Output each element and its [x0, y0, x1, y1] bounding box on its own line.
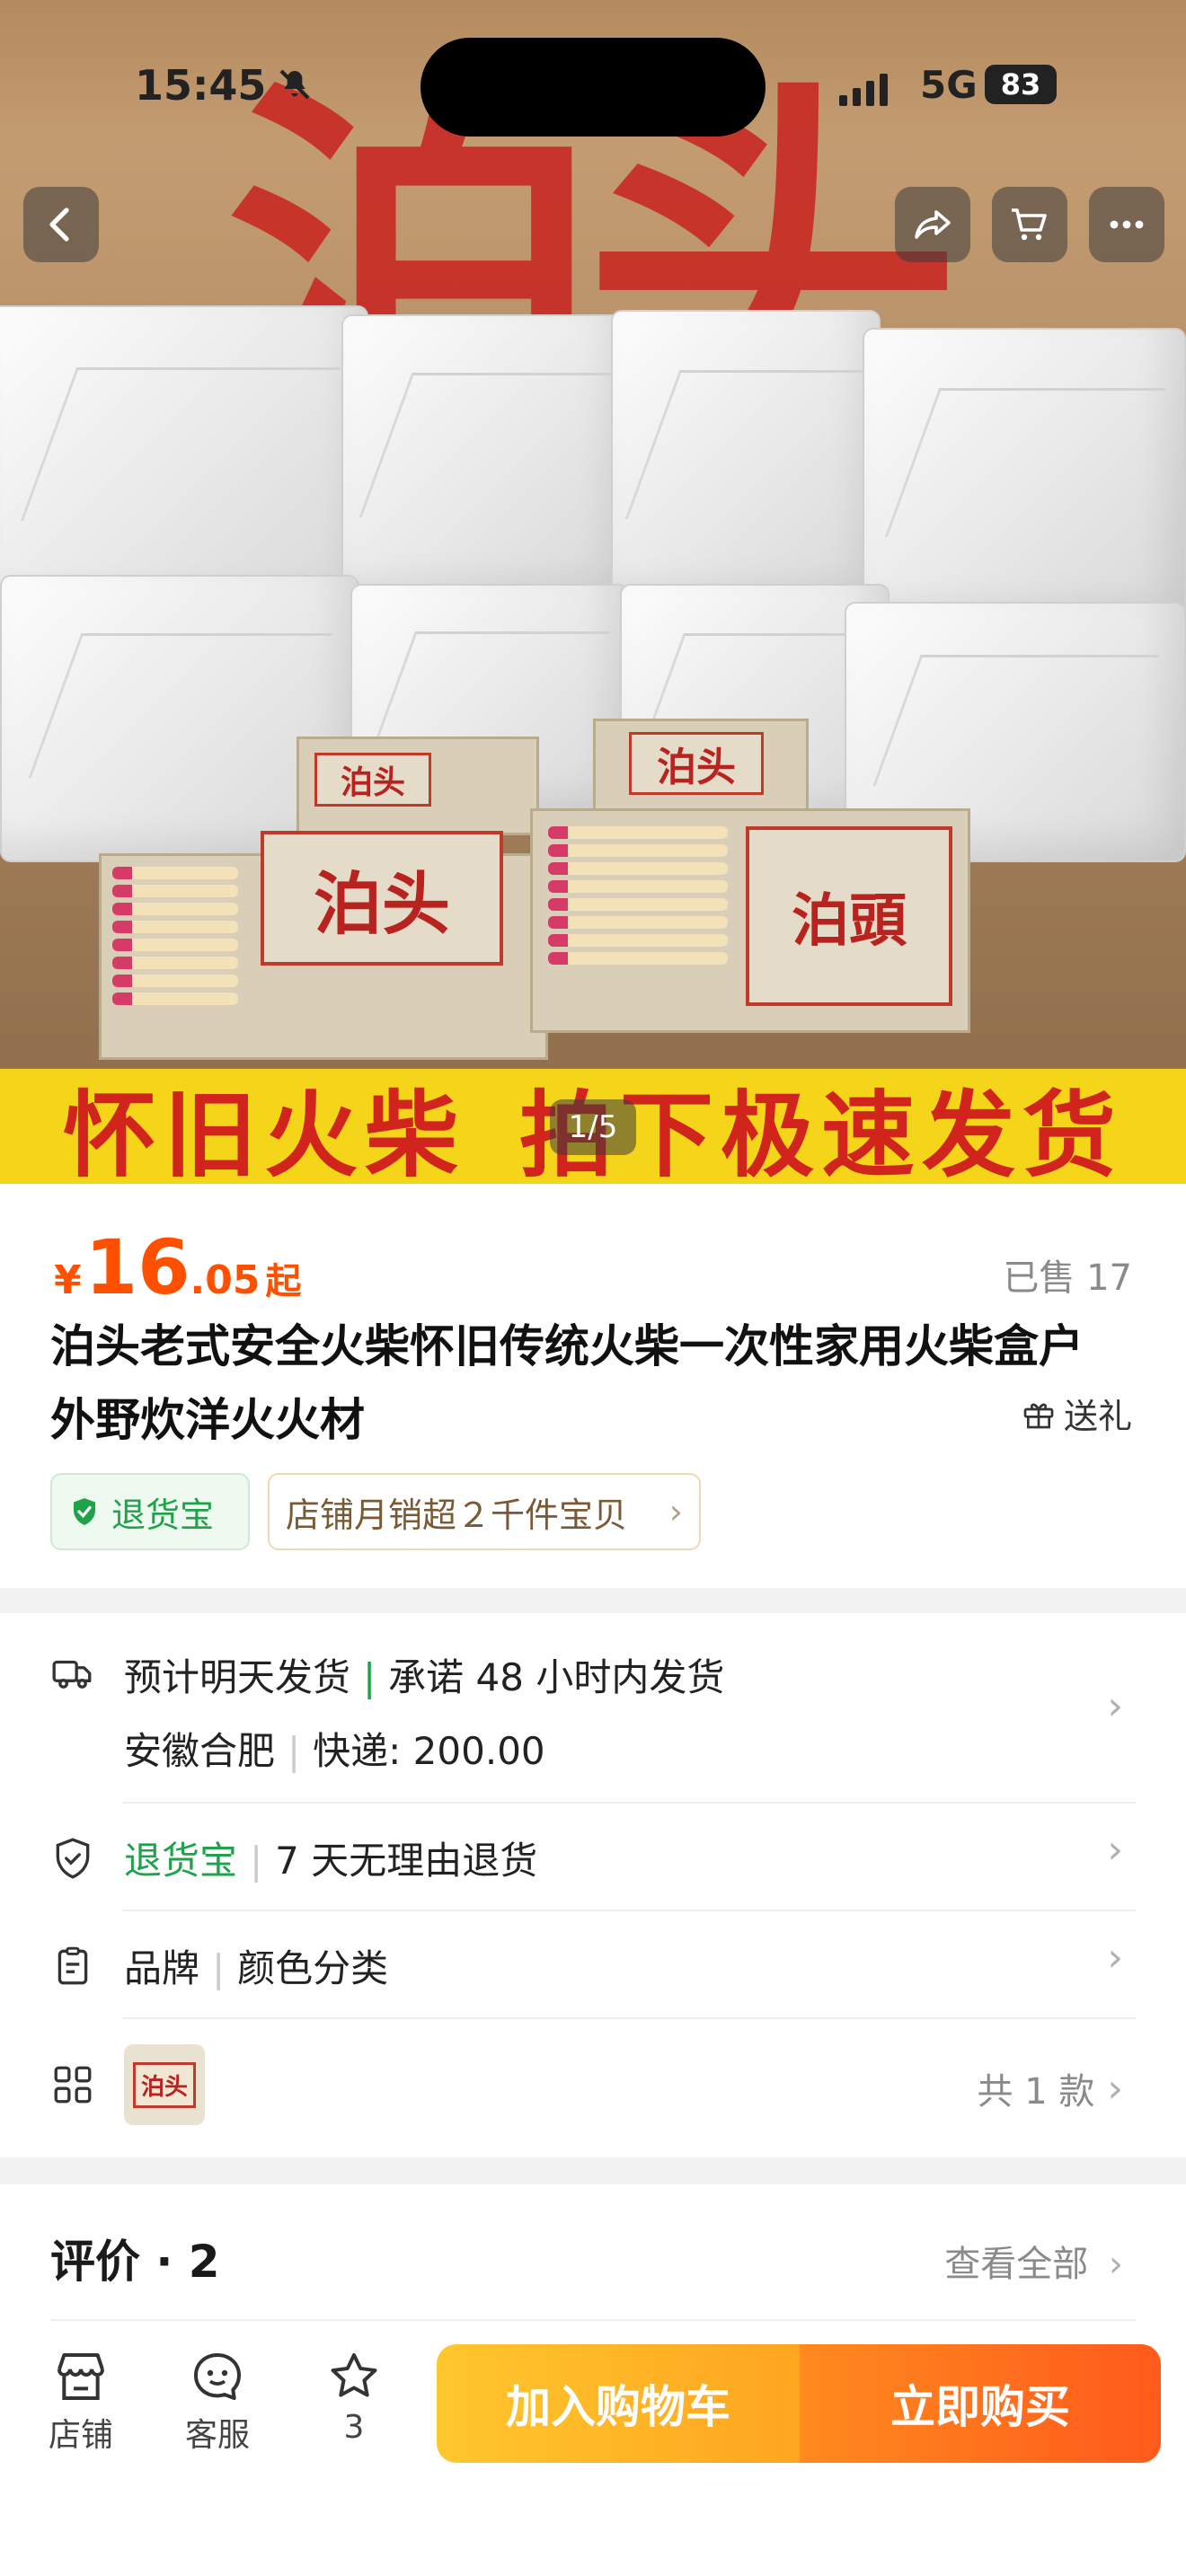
- dynamic-island: [420, 38, 766, 137]
- product-info: ¥ 16 .05 起 已售 17 泊头老式安全火柴怀旧传统火柴一次性家用火柴盒户…: [0, 1184, 1186, 1588]
- signal-icon: [839, 70, 888, 106]
- favorite-button[interactable]: 3: [300, 2348, 408, 2446]
- sku-thumbnail[interactable]: 泊头: [124, 2044, 205, 2125]
- gift-label: 送礼: [1063, 1397, 1132, 1436]
- back-button[interactable]: [23, 187, 99, 262]
- shipping-promise: 承诺 48 小时内发货: [388, 1655, 725, 1699]
- bell-off-icon: [277, 66, 313, 110]
- reviews-section: 评价 · 2 查看全部 ›: [0, 2184, 1186, 2328]
- chevron-right-icon: ›: [1107, 1683, 1123, 1729]
- return-policy-row[interactable]: 退货宝 | 7 天无理由退货 ›: [0, 1804, 1186, 1910]
- price-currency: ¥: [54, 1257, 82, 1303]
- service-section: 预计明天发货 | 承诺 48 小时内发货 安徽合肥 | 快递: 200.00 › 退货宝…: [0, 1613, 1186, 2157]
- return-guarantee-label: 退货宝: [111, 1495, 215, 1535]
- price: ¥ 16 .05 起: [54, 1223, 301, 1311]
- service-label: 客服: [184, 2417, 250, 2454]
- return-guarantee-tag[interactable]: 退货宝: [50, 1473, 250, 1550]
- bundle: [611, 310, 881, 606]
- sku-thumbnail-label: 泊头: [132, 2061, 196, 2108]
- more-button[interactable]: [1089, 187, 1164, 262]
- return-policy-text: 7 天无理由退货: [275, 1839, 538, 1883]
- gift-button[interactable]: 送礼: [1021, 1389, 1132, 1438]
- box-label: 泊头: [314, 753, 431, 807]
- chat-face-icon: [194, 2353, 241, 2400]
- cart-button[interactable]: [992, 187, 1067, 262]
- chevron-right-icon: ›: [1107, 1827, 1123, 1873]
- gift-icon: [1023, 1403, 1054, 1428]
- see-all-reviews-link[interactable]: 查看全部 ›: [944, 2235, 1123, 2287]
- status-bar: 15:45 5G 83: [0, 38, 1186, 137]
- truck-icon: [52, 1660, 92, 1689]
- bundle: [863, 328, 1186, 624]
- price-decimal: .05: [190, 1257, 261, 1303]
- chevron-right-icon: ›: [1109, 2244, 1123, 2285]
- matches: [112, 867, 238, 1010]
- parameters-row[interactable]: 品牌 | 颜色分类 ›: [0, 1911, 1186, 2017]
- buy-now-button[interactable]: 立即购买: [800, 2344, 1161, 2463]
- customer-service-button[interactable]: 客服: [164, 2348, 271, 2456]
- star-icon: [331, 2353, 377, 2397]
- shop-icon: [58, 2353, 104, 2400]
- chevron-right-icon: ›: [1107, 1935, 1123, 1981]
- price-suffix: 起: [265, 1261, 302, 1302]
- clipboard-icon: [58, 1946, 88, 1985]
- shipping-estimate: 预计明天发货: [124, 1655, 351, 1699]
- reviews-title: 评价 · 2: [50, 2236, 220, 2288]
- share-button[interactable]: [895, 187, 970, 262]
- grid-icon: [54, 2066, 92, 2104]
- network-type: 5G: [920, 63, 978, 107]
- banner-text-left: 怀旧火柴: [62, 1080, 465, 1185]
- chevron-right-icon: ›: [668, 1492, 683, 1531]
- shield-icon: [56, 1838, 90, 1879]
- add-to-cart-button[interactable]: 加入购物车: [437, 2344, 800, 2463]
- shield-check-icon: [74, 1498, 95, 1525]
- price-integer: 16: [84, 1223, 190, 1311]
- bundle: [0, 305, 368, 611]
- box-label: 泊頭: [746, 826, 952, 1006]
- product-title: 泊头老式安全火柴怀旧传统火柴一次性家用火柴盒户外野炊洋火火材: [50, 1320, 1084, 1446]
- status-time: 15:45: [135, 61, 267, 110]
- sku-count: 共 1 款: [977, 2071, 1095, 2113]
- brand-label: 品牌: [124, 1946, 200, 1990]
- sold-count: 已售 17: [1003, 1257, 1132, 1299]
- box-label: 泊头: [629, 732, 764, 795]
- favorite-count: 3: [343, 2409, 365, 2446]
- shop-sales-label: 店铺月销超２千件宝贝: [286, 1495, 628, 1535]
- bundle: [341, 314, 629, 602]
- shop-sales-tag[interactable]: 店铺月销超２千件宝贝 ›: [268, 1473, 701, 1550]
- battery-icon: 83: [985, 65, 1057, 104]
- more-icon: [1110, 220, 1144, 229]
- see-all-label: 查看全部: [944, 2244, 1089, 2285]
- product-image-gallery[interactable]: 泊头 泊头 泊头 泊头 泊頭 怀旧火柴 拍下极速发货 1/5: [0, 0, 1186, 1184]
- box-label: 泊头: [261, 831, 503, 966]
- express-fee: 快递: 200.00: [313, 1729, 545, 1773]
- color-category-label: 颜色分类: [237, 1946, 389, 1990]
- chevron-left-icon: [49, 207, 69, 242]
- bottom-action-bar: 店铺 客服 3 加入购物车 立即购买: [0, 2328, 1186, 2576]
- matches: [548, 826, 728, 970]
- divider: [50, 2319, 1136, 2321]
- share-icon: [915, 210, 951, 239]
- shop-label: 店铺: [48, 2417, 113, 2454]
- cart-icon: [1012, 208, 1047, 241]
- shipping-row[interactable]: 预计明天发货 | 承诺 48 小时内发货 安徽合肥 | 快递: 200.00 ›: [0, 1613, 1186, 1800]
- image-page-indicator: 1/5: [550, 1099, 636, 1155]
- return-guarantee-name: 退货宝: [124, 1839, 238, 1883]
- chevron-right-icon: ›: [1107, 2065, 1123, 2112]
- ship-origin: 安徽合肥: [124, 1729, 276, 1773]
- shop-button[interactable]: 店铺: [27, 2348, 135, 2456]
